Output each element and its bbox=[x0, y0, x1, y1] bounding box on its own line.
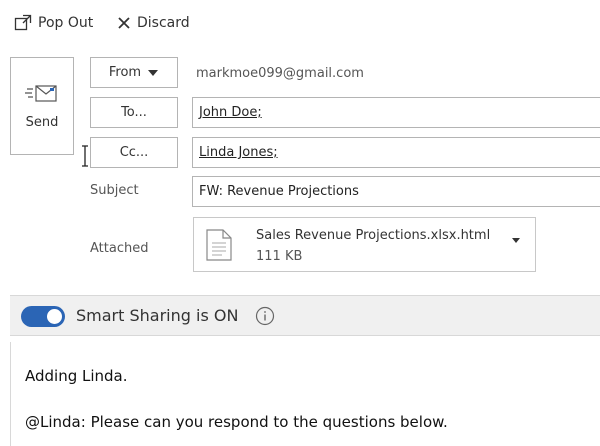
toggle-knob bbox=[47, 309, 62, 324]
send-label: Send bbox=[25, 114, 59, 130]
subject-label: Subject bbox=[90, 183, 139, 198]
send-icon bbox=[25, 84, 57, 102]
subject-value: FW: Revenue Projections bbox=[199, 184, 359, 199]
discard-label: Discard bbox=[137, 15, 190, 31]
cc-recipient[interactable]: Linda Jones; bbox=[199, 145, 278, 160]
subject-field[interactable]: FW: Revenue Projections bbox=[192, 176, 600, 207]
attachment-size: 111 KB bbox=[256, 249, 303, 264]
send-button[interactable]: Send bbox=[10, 57, 74, 155]
message-body[interactable]: Adding Linda. @Linda: Please can you res… bbox=[10, 342, 600, 446]
attached-label: Attached bbox=[90, 241, 149, 256]
attachment-name: Sales Revenue Projections.xlsx.html bbox=[256, 228, 491, 243]
cc-label: Cc... bbox=[119, 145, 149, 160]
pop-out-label: Pop Out bbox=[38, 15, 94, 31]
smart-sharing-toggle[interactable] bbox=[21, 306, 65, 327]
document-icon bbox=[206, 229, 232, 261]
to-label: To... bbox=[121, 105, 147, 120]
from-address: markmoe099@gmail.com bbox=[196, 66, 364, 81]
pop-out-icon bbox=[14, 14, 32, 31]
smart-sharing-text: Smart Sharing is ON bbox=[76, 306, 239, 325]
info-icon[interactable] bbox=[255, 306, 275, 326]
text-cursor-icon bbox=[82, 145, 88, 167]
close-icon bbox=[118, 17, 130, 29]
to-field[interactable]: John Doe; bbox=[192, 97, 600, 128]
pop-out-button[interactable]: Pop Out bbox=[14, 12, 93, 34]
cc-button[interactable]: Cc... bbox=[90, 137, 178, 168]
attachment-menu-icon[interactable] bbox=[512, 238, 520, 244]
chevron-down-icon bbox=[148, 69, 159, 76]
attachment-card[interactable]: Sales Revenue Projections.xlsx.html 111 … bbox=[193, 217, 536, 272]
discard-button[interactable]: Discard bbox=[117, 12, 190, 34]
cc-field[interactable]: Linda Jones; bbox=[192, 137, 600, 168]
toolbar: Pop Out Discard bbox=[0, 0, 600, 46]
from-label: From bbox=[108, 65, 142, 80]
to-recipient[interactable]: John Doe; bbox=[199, 105, 262, 120]
smart-sharing-bar: Smart Sharing is ON bbox=[10, 295, 600, 336]
body-line-2: @Linda: Please can you respond to the qu… bbox=[25, 413, 448, 431]
body-line-1: Adding Linda. bbox=[25, 367, 128, 385]
from-button[interactable]: From bbox=[90, 57, 178, 88]
to-button[interactable]: To... bbox=[90, 97, 178, 128]
